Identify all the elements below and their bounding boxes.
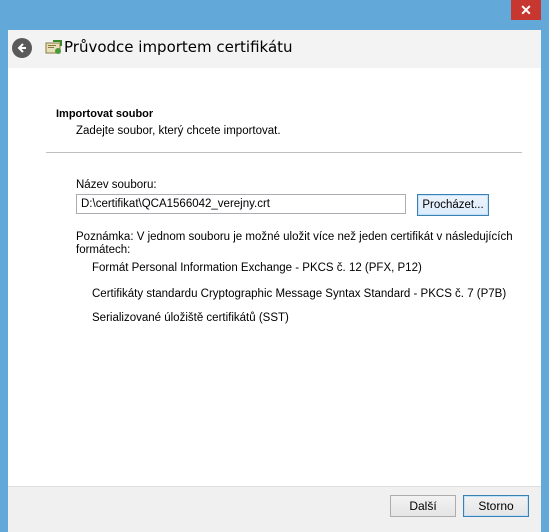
back-arrow-icon [17,43,26,53]
file-name-label: Název souboru: [76,179,157,191]
close-button[interactable]: ✕ [511,0,541,20]
cancel-button[interactable]: Storno [463,495,529,517]
format-item-pfx: Formát Personal Information Exchange - P… [92,262,422,274]
back-button[interactable] [12,38,32,58]
browse-button[interactable]: Procházet... [417,194,489,216]
format-item-sst: Serializované úložiště certifikátů (SST) [92,312,289,324]
certificate-icon [45,40,62,54]
close-icon: ✕ [520,1,532,18]
wizard-content: Importovat soubor Zadejte soubor, který … [8,68,541,486]
next-button[interactable]: Další [390,495,456,517]
section-heading: Importovat soubor [56,108,154,120]
section-subheading: Zadejte soubor, který chcete importovat. [76,125,281,137]
divider [46,152,522,153]
wizard-footer: Další Storno [8,486,541,532]
wizard-header: Průvodce importem certifikátu [8,30,541,68]
note-text: Poznámka: V jednom souboru je možné ulož… [76,231,513,256]
wizard-window: ✕ Průvodce importem certifikátu Importov… [0,0,549,532]
wizard-title: Průvodce importem certifikátu [64,38,293,56]
format-item-p7b: Certifikáty standardu Cryptographic Mess… [92,288,507,300]
file-name-input[interactable] [76,194,406,214]
